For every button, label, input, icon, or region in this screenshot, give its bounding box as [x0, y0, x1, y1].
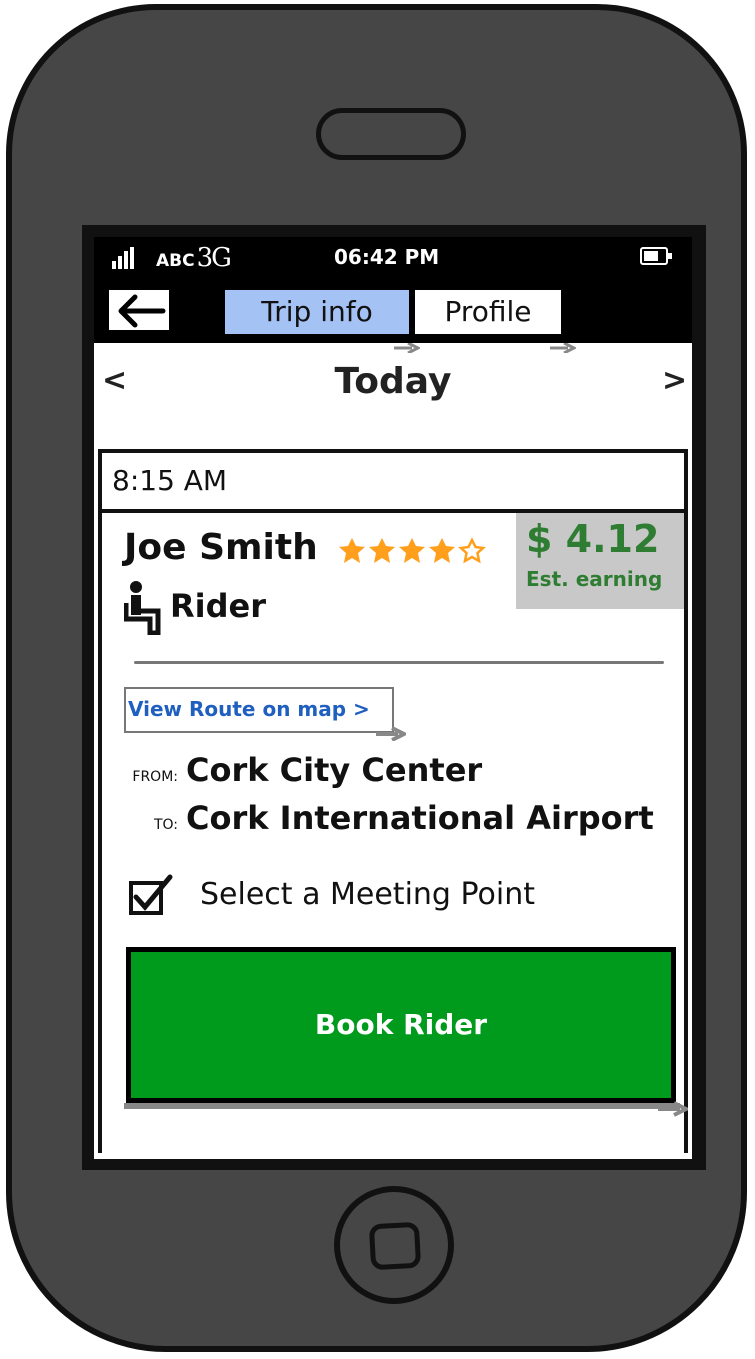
phone-frame: ABC3G 06:42 PM Trip info Profile < Today…: [6, 4, 747, 1352]
from-label: FROM:: [132, 769, 178, 785]
checkbox-checked-icon[interactable]: [128, 873, 174, 917]
back-arrow-icon: [118, 294, 166, 328]
carrier-label: ABC3G: [156, 243, 232, 273]
phone-screen: ABC3G 06:42 PM Trip info Profile < Today…: [82, 225, 706, 1170]
button-shadow: [124, 1103, 680, 1109]
view-route-link[interactable]: View Route on map >: [124, 687, 394, 733]
meeting-point-label: Select a Meeting Point: [200, 877, 535, 912]
star-filled-icon: [339, 538, 365, 563]
status-bar: ABC3G 06:42 PM: [94, 237, 692, 277]
date-title: Today: [334, 361, 452, 402]
star-filled-icon: [369, 538, 396, 563]
back-button[interactable]: [106, 287, 172, 333]
home-button[interactable]: [334, 1186, 454, 1304]
date-navigator: < Today >: [94, 355, 692, 415]
screen-content: ABC3G 06:42 PM Trip info Profile < Today…: [94, 237, 692, 1159]
route-to: TO: Cork International Airport: [124, 799, 654, 837]
rating-stars: [338, 537, 487, 567]
home-square-icon: [368, 1221, 422, 1271]
nav-bar: Trip info Profile: [94, 277, 692, 343]
button-link-arrow-icon: [658, 1101, 688, 1117]
tab-link-arrow-icon: [394, 343, 420, 353]
book-rider-button[interactable]: Book Rider: [126, 947, 676, 1103]
next-day-button[interactable]: >: [662, 363, 687, 398]
tab-profile[interactable]: Profile: [412, 287, 564, 337]
role-label: Rider: [170, 587, 266, 625]
signal-icon: [112, 247, 140, 269]
battery-icon: [640, 247, 672, 265]
star-filled-icon: [429, 538, 456, 563]
carrier-name: ABC: [156, 251, 195, 271]
divider: [134, 661, 664, 664]
link-arrow-icon: [376, 727, 406, 741]
earning-label: Est. earning: [526, 567, 663, 591]
to-location: Cork International Airport: [186, 799, 654, 837]
phone-speaker: [316, 108, 466, 160]
to-label: TO:: [153, 817, 178, 833]
seated-person-icon: [124, 581, 161, 635]
status-time: 06:42 PM: [334, 245, 440, 269]
from-location: Cork City Center: [186, 751, 483, 789]
star-filled-icon: [399, 538, 426, 563]
route-from: FROM: Cork City Center: [124, 751, 482, 789]
network-type: 3G: [196, 243, 232, 273]
trip-time: 8:15 AM: [98, 449, 688, 513]
rider-name: Joe Smith: [124, 527, 318, 568]
star-empty-icon: [458, 537, 487, 564]
trip-card: Joe Smith $ 4.12 Est. earning Rider View…: [98, 513, 688, 1153]
earning-amount: $ 4.12: [526, 517, 660, 561]
tab-link-arrow-icon: [550, 343, 576, 353]
tab-trip-info[interactable]: Trip info: [222, 287, 412, 337]
earning-badge: $ 4.12 Est. earning: [516, 513, 684, 609]
